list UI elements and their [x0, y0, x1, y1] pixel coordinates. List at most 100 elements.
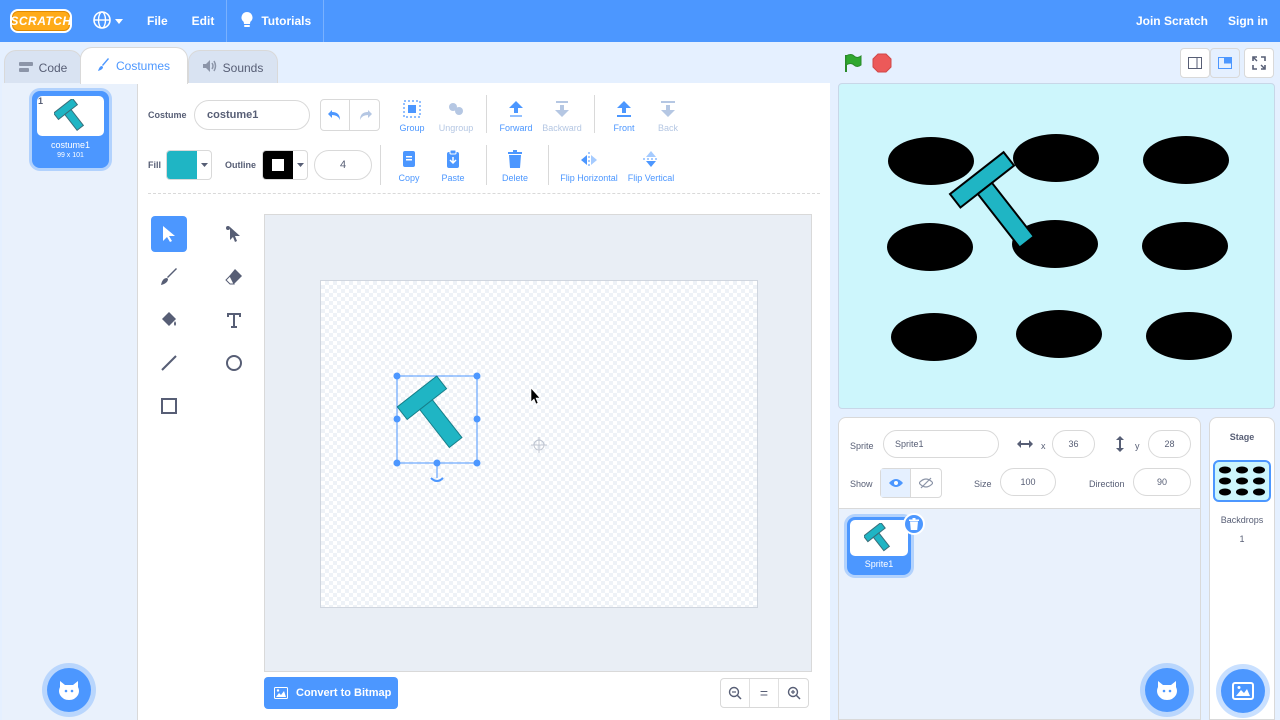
tab-code[interactable]: Code [4, 50, 82, 84]
fill-color-picker[interactable] [166, 150, 212, 180]
line-tool[interactable] [151, 345, 187, 381]
vertical-arrows-icon [1115, 436, 1125, 455]
rotation-center-icon [531, 437, 547, 453]
tab-costumes[interactable]: Costumes [80, 47, 188, 84]
sign-in-button[interactable]: Sign in [1218, 0, 1280, 42]
line-icon [161, 355, 177, 371]
delete-sprite-button[interactable] [903, 513, 925, 535]
paint-editor: Costume costume1 Group Ungroup Forward B… [138, 83, 830, 720]
circle-icon [226, 355, 242, 371]
reshape-tool[interactable] [216, 216, 252, 252]
text-tool[interactable] [216, 302, 252, 338]
select-tool[interactable] [151, 216, 187, 252]
stage[interactable] [838, 83, 1275, 409]
convert-to-bitmap-button[interactable]: Convert to Bitmap [264, 677, 398, 709]
edit-menu[interactable]: Edit [180, 0, 227, 42]
sprite-list: Sprite1 [838, 509, 1201, 720]
hole [1143, 136, 1229, 184]
show-visible-button[interactable] [881, 469, 911, 497]
back-label: Back [657, 123, 678, 133]
direction-input[interactable]: 90 [1133, 468, 1191, 496]
paste-button[interactable]: Paste [434, 147, 472, 183]
image-icon [1232, 682, 1254, 700]
redo-icon [359, 110, 372, 120]
trash-icon [909, 518, 919, 530]
stop-icon [872, 53, 892, 73]
rectangle-tool[interactable] [151, 388, 187, 424]
small-stage-button[interactable] [1180, 48, 1210, 78]
join-scratch-button[interactable]: Join Scratch [1126, 0, 1218, 42]
paste-icon [447, 149, 459, 168]
scratch-logo[interactable]: SCRATCH [10, 9, 72, 33]
ungroup-button[interactable]: Ungroup [436, 97, 476, 133]
sprite-tile[interactable]: Sprite1 [847, 513, 925, 575]
stage-thumbnail[interactable] [1213, 460, 1271, 502]
costume-name-input[interactable]: costume1 [194, 100, 310, 130]
costume-tile[interactable]: 1 costume1 99 x 101 [32, 91, 109, 168]
zoom-reset-button[interactable]: = [750, 679, 779, 707]
arrow-cursor-icon [163, 226, 175, 242]
choose-backdrop-button[interactable] [1221, 669, 1265, 713]
outline-swatch [263, 151, 293, 179]
outline-width-input[interactable]: 4 [314, 150, 372, 180]
choose-sprite-button[interactable] [1145, 668, 1189, 712]
tab-sounds[interactable]: Sounds [188, 50, 278, 84]
paint-bucket-icon [162, 312, 176, 326]
hole [1016, 310, 1102, 358]
outline-label: Outline [225, 160, 256, 170]
back-button[interactable]: Back [648, 97, 688, 133]
eraser-tool[interactable] [216, 259, 252, 295]
forward-label: Forward [499, 123, 533, 133]
front-button[interactable]: Front [604, 97, 644, 133]
show-label: Show [850, 479, 873, 489]
flip-vertical-button[interactable]: Flip Vertical [624, 147, 678, 183]
file-menu[interactable]: File [135, 0, 180, 42]
fill-tool[interactable] [151, 302, 187, 338]
large-stage-icon [1218, 57, 1232, 69]
flip-horizontal-button[interactable]: Flip Horizontal [558, 147, 620, 183]
forward-button[interactable]: Forward [496, 97, 536, 133]
undo-button[interactable] [321, 100, 351, 130]
cat-icon [59, 681, 79, 700]
stage-panel[interactable]: Stage Backdrops 1 [1209, 417, 1275, 720]
zoom-in-button[interactable] [779, 679, 808, 707]
backdrops-label: Backdrops [1220, 515, 1264, 525]
y-input[interactable]: 28 [1148, 430, 1191, 458]
costume-list: 1 costume1 99 x 101 [2, 83, 138, 720]
hole [1142, 222, 1228, 270]
copy-button[interactable]: Copy [390, 147, 428, 183]
zoom-out-button[interactable] [721, 679, 750, 707]
backward-button[interactable]: Backward [540, 97, 584, 133]
stage-scene [887, 134, 1232, 361]
stop-button[interactable] [871, 52, 893, 74]
show-hidden-button[interactable] [911, 469, 941, 497]
backward-icon [555, 101, 569, 117]
delete-button[interactable]: Delete [496, 147, 534, 183]
drawing-canvas[interactable] [320, 280, 758, 608]
tutorials-button[interactable]: Tutorials [227, 0, 323, 42]
group-button[interactable]: Group [392, 97, 432, 133]
paste-label: Paste [441, 173, 465, 183]
small-stage-icon [1188, 57, 1202, 69]
brush-tool[interactable] [151, 259, 187, 295]
sprite-thumbnail [850, 520, 908, 556]
zoom-in-icon [787, 686, 801, 700]
front-icon [617, 101, 631, 117]
stage-title: Stage [1229, 432, 1255, 442]
redo-button[interactable] [350, 100, 379, 130]
hole [1013, 134, 1099, 182]
green-flag-icon [845, 54, 862, 72]
choose-costume-button[interactable] [47, 668, 91, 712]
language-menu[interactable] [80, 0, 135, 42]
green-flag-button[interactable] [842, 52, 864, 74]
fullscreen-button[interactable] [1244, 48, 1274, 78]
stage-thumbnail-scene [1219, 466, 1265, 496]
x-input[interactable]: 36 [1052, 430, 1095, 458]
outline-color-picker[interactable] [262, 150, 308, 180]
circle-tool[interactable] [216, 345, 252, 381]
large-stage-button[interactable] [1210, 48, 1240, 78]
delete-label: Delete [501, 173, 528, 183]
sprite-name-input[interactable]: Sprite1 [883, 430, 999, 458]
size-input[interactable]: 100 [1000, 468, 1056, 496]
code-icon [18, 61, 33, 75]
